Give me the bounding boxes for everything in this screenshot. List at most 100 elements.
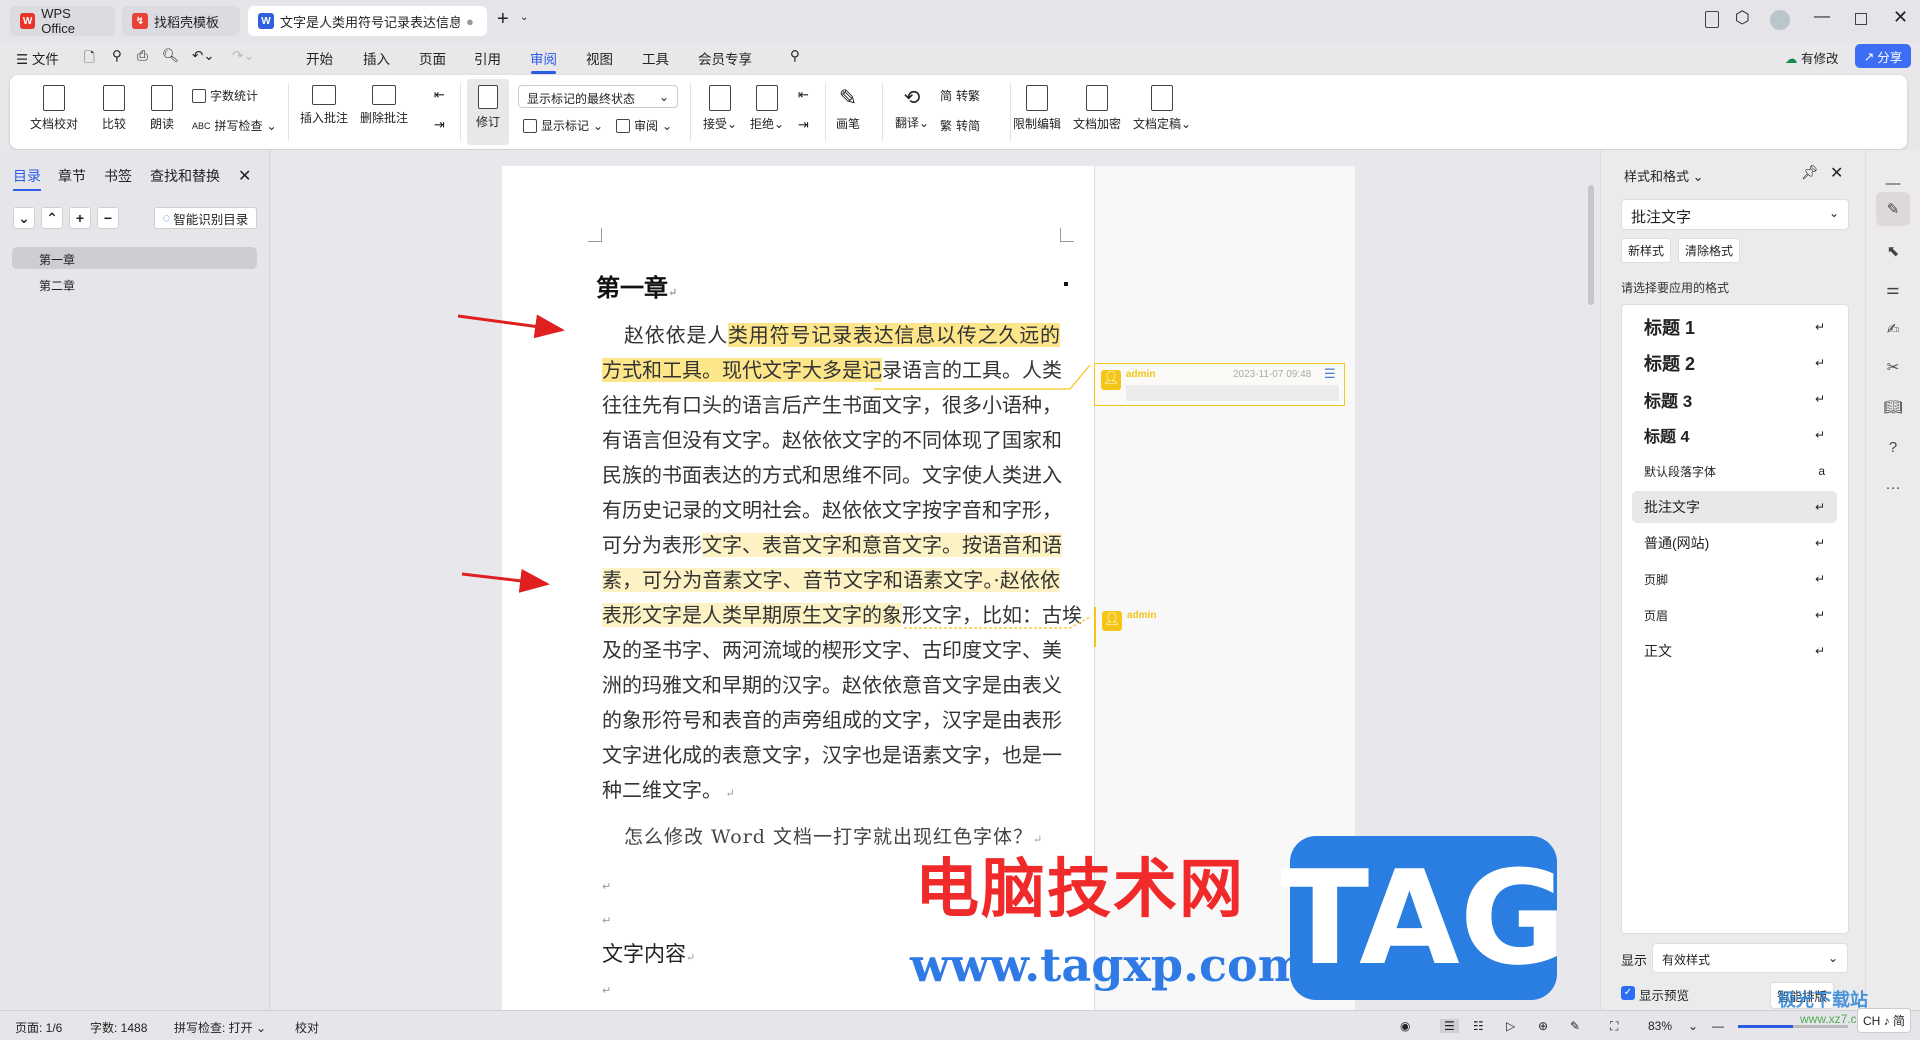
- pen-mode-icon[interactable]: ✎: [1570, 1019, 1580, 1033]
- next-change-icon[interactable]: ⇥: [798, 117, 809, 133]
- book-search-icon[interactable]: 📖︎: [1882, 396, 1904, 418]
- print-icon[interactable]: ⎙: [137, 48, 148, 64]
- styles-panel-title[interactable]: 样式和格式 ⌄: [1624, 166, 1704, 185]
- search-icon[interactable]: ⚲: [790, 48, 800, 64]
- restore-button[interactable]: [1855, 13, 1867, 25]
- pen-button[interactable]: ✎ 画笔: [836, 85, 860, 132]
- menu-page[interactable]: 页面: [419, 48, 446, 68]
- insert-comment-button[interactable]: 插入批注: [300, 85, 348, 126]
- style-item[interactable]: 标题 1 ↵: [1632, 311, 1837, 343]
- reject-button[interactable]: 拒绝⌄: [750, 85, 784, 132]
- modified-indicator[interactable]: ☁ 有修改: [1785, 48, 1839, 67]
- show-preview-checkbox[interactable]: ✓: [1621, 986, 1635, 1000]
- collapse-button[interactable]: ⌄: [13, 207, 35, 229]
- word-count[interactable]: 字数: 1488: [90, 1019, 147, 1036]
- tab-docer[interactable]: ↯ 找稻壳模板: [122, 6, 240, 36]
- redo-icon[interactable]: ↷⌄: [232, 48, 255, 64]
- adjust-sliders-icon[interactable]: ⚌: [1882, 278, 1904, 300]
- proofread-link[interactable]: 校对: [295, 1019, 319, 1036]
- zoom-level[interactable]: 83%: [1648, 1019, 1672, 1033]
- web-view-icon[interactable]: ⊕: [1538, 1019, 1548, 1033]
- style-item[interactable]: 页眉 ↵: [1632, 599, 1837, 631]
- pin-icon[interactable]: 📌︎: [1801, 164, 1819, 181]
- share-button[interactable]: ↗ 分享: [1855, 44, 1911, 68]
- file-menu[interactable]: ☰ 文件: [16, 48, 59, 68]
- restrict-edit-button[interactable]: 限制编辑: [1013, 85, 1061, 132]
- menu-references[interactable]: 引用: [474, 48, 501, 68]
- close-panel-icon[interactable]: ✕: [238, 166, 251, 186]
- review-pane-button[interactable]: 审阅 ⌄: [616, 117, 672, 134]
- collapse-icon[interactable]: —: [1882, 172, 1904, 194]
- comment-card-2[interactable]: 👤︎ admin: [1094, 607, 1345, 647]
- style-item[interactable]: 标题 2 ↵: [1632, 347, 1837, 379]
- menu-insert[interactable]: 插入: [363, 48, 390, 68]
- tablet-mode-icon[interactable]: [1705, 11, 1719, 28]
- menu-view[interactable]: 视图: [586, 48, 613, 68]
- to-traditional-button[interactable]: 简转繁: [940, 87, 980, 104]
- tab-document[interactable]: W 文字是人类用符号记录表达信息以 ●: [248, 6, 487, 36]
- read-aloud-button[interactable]: 朗读: [150, 85, 174, 132]
- accept-button[interactable]: 接受⌄: [703, 85, 737, 132]
- previous-change-icon[interactable]: ⇤: [798, 87, 809, 103]
- new-tab-button[interactable]: +: [497, 8, 509, 31]
- comment-input[interactable]: [1126, 385, 1339, 401]
- promote-button[interactable]: +: [69, 207, 91, 229]
- menu-member[interactable]: 会员专享: [698, 48, 752, 68]
- smart-toc-button[interactable]: ◌ 智能识别目录: [154, 207, 257, 229]
- proofread-button[interactable]: 文档校对: [30, 85, 78, 132]
- delete-comment-button[interactable]: 删除批注: [360, 85, 408, 126]
- spell-check-toggle[interactable]: 拼写检查: 打开 ⌄: [174, 1019, 266, 1036]
- word-count-button[interactable]: 字数统计: [192, 87, 258, 104]
- finalize-button[interactable]: 文档定稿⌄: [1133, 85, 1191, 132]
- zoom-dropdown-icon[interactable]: ⌄: [1688, 1019, 1698, 1033]
- menu-home[interactable]: 开始: [306, 48, 333, 68]
- style-item[interactable]: 标题 3 ↵: [1632, 383, 1837, 415]
- page-view-icon[interactable]: ☰: [1440, 1019, 1459, 1033]
- chevron-down-icon[interactable]: ⌄: [520, 12, 528, 23]
- tab-chapters[interactable]: 章节: [58, 166, 86, 186]
- tools-icon[interactable]: ✂: [1882, 356, 1904, 378]
- vertical-scrollbar[interactable]: [1588, 185, 1594, 305]
- style-pen-icon[interactable]: ✎: [1876, 192, 1910, 226]
- current-style-select[interactable]: 批注文字 ⌄: [1621, 199, 1849, 230]
- paragraph-content[interactable]: 文字内容↵: [602, 938, 695, 968]
- page-indicator[interactable]: 页面: 1/6: [15, 1019, 62, 1036]
- new-style-button[interactable]: 新样式: [1621, 238, 1672, 263]
- toc-item-chapter-1[interactable]: 第一章: [12, 247, 257, 269]
- compare-button[interactable]: 比较: [102, 85, 126, 132]
- previous-comment-icon[interactable]: ⇤: [434, 87, 445, 103]
- style-item[interactable]: 默认段落字体 a: [1632, 455, 1837, 487]
- reading-mode-icon[interactable]: ▷: [1506, 1019, 1515, 1033]
- expand-button[interactable]: ⌃: [41, 207, 63, 229]
- style-item[interactable]: 标题 4 ↵: [1632, 419, 1837, 451]
- fit-page-icon[interactable]: ⛶: [1610, 1019, 1618, 1034]
- markup-state-select[interactable]: 显示标记的最终状态 ⌄: [518, 85, 678, 108]
- comment-menu-icon[interactable]: ☰: [1324, 366, 1336, 382]
- close-window-button[interactable]: ✕: [1893, 7, 1908, 28]
- show-filter-select[interactable]: 有效样式 ⌄: [1652, 943, 1848, 973]
- cube-icon[interactable]: ⬡: [1735, 8, 1750, 28]
- demote-button[interactable]: −: [97, 207, 119, 229]
- avatar[interactable]: [1770, 10, 1790, 30]
- style-item[interactable]: 批注文字 ↵: [1632, 491, 1837, 523]
- more-icon[interactable]: ···: [1882, 476, 1904, 498]
- minimize-button[interactable]: —: [1814, 8, 1830, 26]
- toc-item-chapter-2[interactable]: 第二章: [12, 273, 75, 294]
- tab-find-replace[interactable]: 查找和替换: [150, 166, 220, 186]
- zoom-out-button[interactable]: —: [1712, 1019, 1724, 1033]
- heading-chapter-1[interactable]: 第一章↵: [596, 268, 677, 303]
- ime-indicator[interactable]: CH ♪ 简: [1857, 1008, 1912, 1033]
- link-icon[interactable]: ⚲: [112, 48, 122, 64]
- style-item[interactable]: 普通(网站) ↵: [1632, 527, 1837, 559]
- show-markup-button[interactable]: 显示标记 ⌄: [523, 117, 603, 134]
- next-comment-icon[interactable]: ⇥: [434, 117, 445, 133]
- print-preview-icon[interactable]: 🔍︎: [162, 48, 179, 64]
- tab-bookmarks[interactable]: 书签: [104, 166, 132, 186]
- menu-tools[interactable]: 工具: [642, 48, 669, 68]
- tab-wps-office[interactable]: W WPS Office: [10, 6, 115, 36]
- track-changes-button[interactable]: 修订: [467, 79, 509, 145]
- close-panel-icon[interactable]: ✕: [1830, 163, 1843, 183]
- clear-format-button[interactable]: 清除格式: [1678, 238, 1741, 263]
- outline-view-icon[interactable]: ☷: [1473, 1019, 1484, 1033]
- comment-card-1[interactable]: 👤︎ admin 2023-11-07 09:48 ☰: [1094, 363, 1345, 406]
